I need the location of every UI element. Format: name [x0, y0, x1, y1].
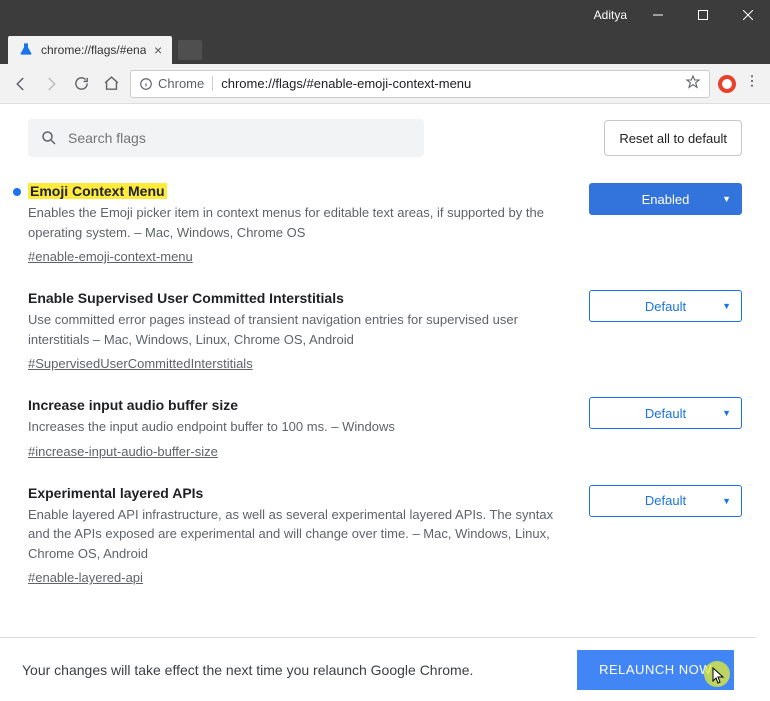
search-input[interactable] — [68, 130, 412, 146]
tab-strip: chrome://flags/#enable-e × — [0, 30, 770, 64]
url-text: chrome://flags/#enable-emoji-context-men… — [221, 76, 471, 91]
relaunch-button[interactable]: RELAUNCH NOW — [577, 650, 734, 690]
tab-title: chrome://flags/#enable-e — [41, 43, 146, 57]
select-value: Default — [645, 493, 686, 508]
flag-hash-link[interactable]: #increase-input-audio-buffer-size — [28, 444, 218, 459]
flag-hash-link[interactable]: #enable-layered-api — [28, 570, 143, 585]
flag-title: Enable Supervised User Committed Interst… — [28, 290, 344, 306]
flag-item: Increase input audio buffer size Increas… — [0, 381, 770, 469]
flag-item: Emoji Context Menu Enables the Emoji pic… — [0, 167, 770, 274]
flag-hash-link[interactable]: #SupervisedUserCommittedInterstitials — [28, 356, 253, 371]
flag-state-select[interactable]: Default ▼ — [589, 290, 742, 322]
close-window-button[interactable] — [725, 0, 770, 30]
flag-item: Experimental layered APIs Enable layered… — [0, 469, 770, 596]
chevron-down-icon: ▼ — [722, 496, 731, 506]
search-icon — [40, 129, 58, 147]
flask-icon — [18, 42, 34, 58]
chevron-down-icon: ▼ — [722, 301, 731, 311]
flags-topbar: Reset all to default — [0, 104, 770, 167]
close-tab-icon[interactable]: × — [154, 43, 162, 57]
reload-button[interactable] — [70, 73, 92, 95]
profile-name[interactable]: Aditya — [586, 8, 635, 22]
page-content: Reset all to default Emoji Context Menu … — [0, 104, 770, 701]
flag-description: Enables the Emoji picker item in context… — [28, 203, 569, 242]
forward-button[interactable] — [40, 73, 62, 95]
select-value: Enabled — [642, 192, 690, 207]
bookmark-star-icon[interactable] — [685, 74, 701, 93]
select-value: Default — [645, 299, 686, 314]
flag-description: Increases the input audio endpoint buffe… — [28, 417, 569, 437]
address-bar[interactable]: Chrome chrome://flags/#enable-emoji-cont… — [130, 70, 710, 98]
chevron-down-icon: ▼ — [722, 408, 731, 418]
flag-state-select[interactable]: Default ▼ — [589, 397, 742, 429]
minimize-button[interactable] — [635, 0, 680, 30]
flag-title: Increase input audio buffer size — [28, 397, 238, 413]
select-value: Default — [645, 406, 686, 421]
flag-description: Enable layered API infrastructure, as we… — [28, 505, 569, 564]
reset-all-button[interactable]: Reset all to default — [604, 120, 742, 156]
flag-description: Use committed error pages instead of tra… — [28, 310, 569, 349]
security-chip: Chrome — [139, 76, 213, 91]
modified-dot-icon — [13, 188, 21, 196]
maximize-button[interactable] — [680, 0, 725, 30]
browser-tab[interactable]: chrome://flags/#enable-e × — [8, 36, 172, 64]
chip-label: Chrome — [158, 76, 204, 91]
info-icon — [139, 77, 153, 91]
toolbar: Chrome chrome://flags/#enable-emoji-cont… — [0, 64, 770, 104]
back-button[interactable] — [10, 73, 32, 95]
flag-item: Enable Supervised User Committed Interst… — [0, 274, 770, 381]
flag-state-select[interactable]: Enabled ▼ — [589, 183, 742, 215]
flag-state-select[interactable]: Default ▼ — [589, 485, 742, 517]
relaunch-footer: Your changes will take effect the next t… — [0, 637, 756, 701]
home-button[interactable] — [100, 73, 122, 95]
extension-icon[interactable] — [718, 75, 736, 93]
flag-title: Emoji Context Menu — [28, 183, 167, 199]
window-titlebar: Aditya — [0, 0, 770, 30]
search-flags[interactable] — [28, 119, 424, 157]
new-tab-button[interactable] — [178, 40, 202, 60]
menu-button[interactable] — [744, 73, 760, 94]
relaunch-message: Your changes will take effect the next t… — [22, 662, 473, 678]
flag-title: Experimental layered APIs — [28, 485, 203, 501]
flag-hash-link[interactable]: #enable-emoji-context-menu — [28, 249, 193, 264]
chevron-down-icon: ▼ — [722, 194, 731, 204]
